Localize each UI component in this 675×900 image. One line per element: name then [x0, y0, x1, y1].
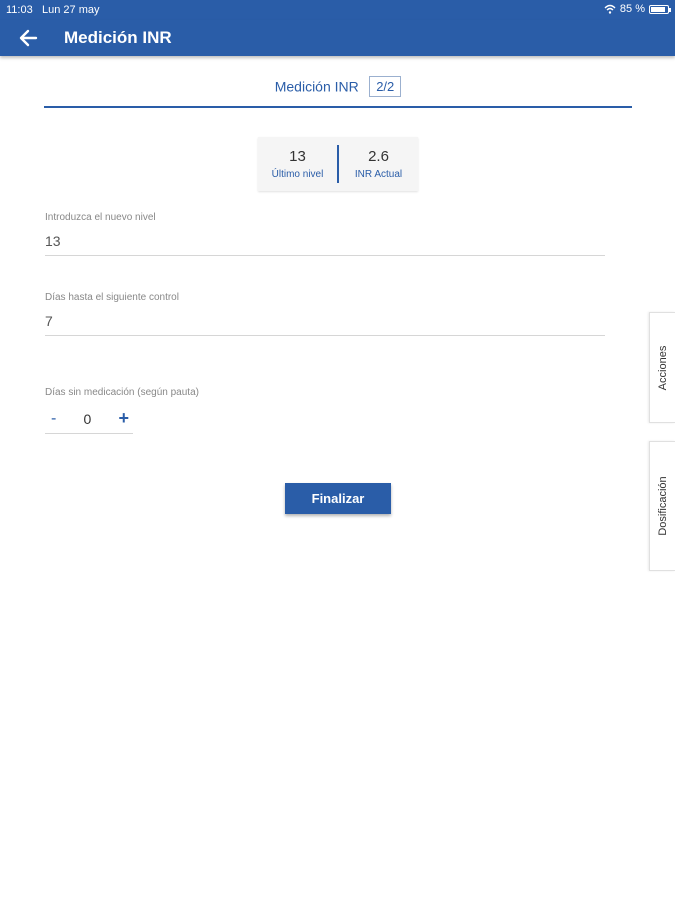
finalize-button[interactable]: Finalizar [285, 483, 391, 514]
dosing-side-tab-label: Dosificación [656, 476, 669, 536]
step-indicator: 2/2 [369, 76, 402, 97]
stepper-value: 0 [83, 410, 92, 427]
stat-last-level: 13 Último nivel [258, 137, 337, 191]
battery-icon [649, 4, 671, 14]
status-time: 11:03 [6, 4, 33, 16]
battery-fill [651, 6, 665, 12]
stat-value: 13 [289, 148, 306, 165]
actions-side-tab-label: Acciones [656, 345, 669, 390]
stat-value: 2.6 [368, 148, 389, 165]
status-date: Lun 27 may [42, 4, 100, 16]
status-bar: 11:03 Lun 27 may 85 % [0, 0, 675, 20]
battery-percent: 85 % [619, 3, 645, 15]
actions-side-tab[interactable]: Acciones [649, 312, 675, 423]
days-next-control-input[interactable] [45, 313, 605, 335]
new-level-input[interactable] [45, 233, 605, 255]
step-label: Medición INR [274, 78, 359, 95]
increment-button[interactable]: + [118, 408, 129, 429]
dosing-side-tab[interactable]: Dosificación [649, 441, 675, 571]
stat-current-inr: 2.6 INR Actual [337, 145, 418, 183]
status-right: 85 % [604, 3, 671, 15]
days-without-medication-stepper: - 0 + [45, 404, 133, 434]
days-next-control-label: Días hasta el siguiente control [45, 292, 179, 303]
back-arrow-icon[interactable] [16, 26, 40, 50]
page-title: Medición INR [64, 28, 172, 47]
decrement-button[interactable]: - [51, 410, 56, 428]
stat-label: INR Actual [354, 169, 403, 180]
stat-label: Último nivel [271, 169, 324, 180]
step-header: Medición INR 2/2 [44, 76, 632, 108]
new-level-field: Introduzca el nuevo nivel [45, 212, 605, 256]
wifi-icon [604, 4, 616, 14]
inr-summary-card: 13 Último nivel 2.6 INR Actual [258, 137, 418, 191]
days-next-control-field: Días hasta el siguiente control [45, 292, 605, 336]
new-level-label: Introduzca el nuevo nivel [45, 212, 156, 223]
days-without-medication-label: Días sin medicación (según pauta) [45, 387, 199, 398]
app-bar: Medición INR [0, 20, 675, 56]
